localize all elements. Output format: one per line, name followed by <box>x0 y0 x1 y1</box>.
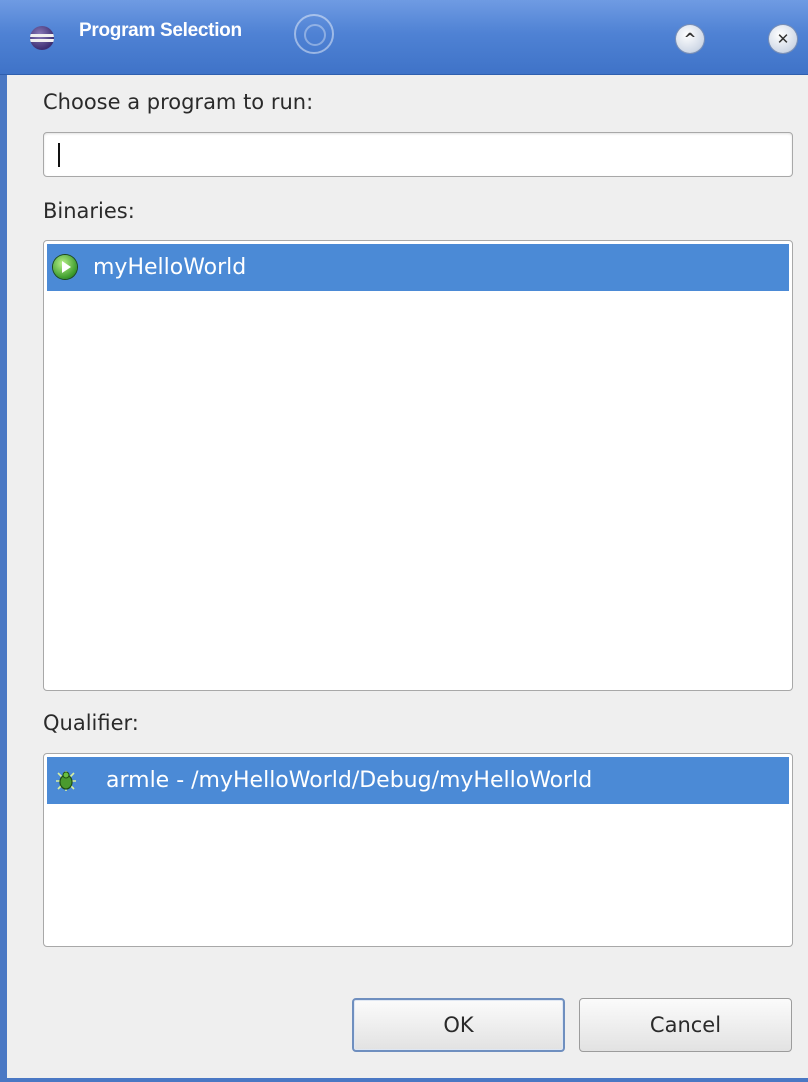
qualifier-list[interactable]: armle - /myHelloWorld/Debug/myHelloWorld <box>43 753 793 947</box>
binaries-list[interactable]: myHelloWorld <box>43 240 793 691</box>
eclipse-app-icon[interactable] <box>30 26 54 50</box>
program-selection-dialog: Program Selection ^ ✕ Choose a program t… <box>0 0 808 1082</box>
swirl-decoration-icon <box>294 14 334 54</box>
window-title: Program Selection <box>79 20 242 41</box>
title-bar[interactable]: Program Selection ^ ✕ <box>0 0 808 75</box>
executable-icon <box>53 255 77 279</box>
choose-program-label: Choose a program to run: <box>43 90 314 114</box>
qualifier-item-armle[interactable]: armle - /myHelloWorld/Debug/myHelloWorld <box>47 757 789 804</box>
program-filter-input[interactable] <box>43 132 793 177</box>
qualifier-label: Qualifier: <box>43 711 139 735</box>
shade-button[interactable]: ^ <box>676 25 704 53</box>
text-caret <box>58 143 60 167</box>
qualifier-item-label: armle - /myHelloWorld/Debug/myHelloWorld <box>106 768 593 793</box>
binaries-label: Binaries: <box>43 199 135 223</box>
close-button[interactable]: ✕ <box>769 25 797 53</box>
binary-item-label: myHelloWorld <box>93 255 247 280</box>
binary-item-myhelloworld[interactable]: myHelloWorld <box>47 244 789 291</box>
bug-icon <box>53 768 77 792</box>
cancel-button[interactable]: Cancel <box>579 998 792 1052</box>
ok-button[interactable]: OK <box>352 998 565 1052</box>
